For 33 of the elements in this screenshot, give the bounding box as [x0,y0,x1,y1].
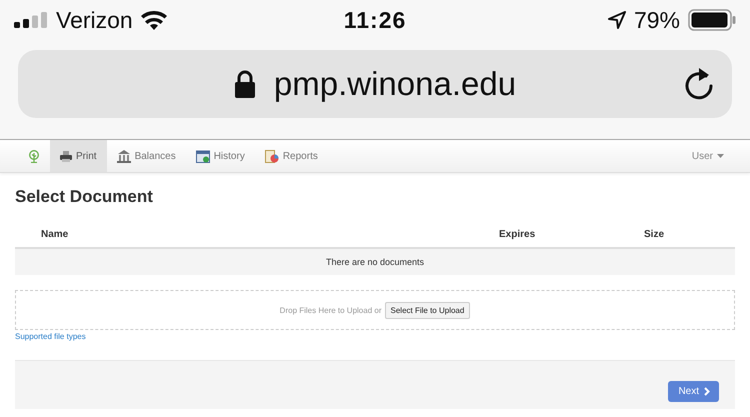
column-header: Expires [499,228,536,240]
next-button[interactable]: Next [668,380,719,402]
select-file-button[interactable]: Select File to Upload [384,302,470,318]
reload-icon[interactable] [684,66,714,100]
tree-icon [28,150,40,162]
drop-zone[interactable]: Drop Files Here to Upload or Select File to Upload [15,290,735,330]
drop-hint: Drop Files Here to Upload or [280,306,382,314]
carrier-name: Verizon [56,6,133,34]
user-menu[interactable]: User [692,140,724,172]
clock-time: 11:26 [344,6,406,34]
empty-message: There are no documents [326,257,424,267]
wifi-icon [140,10,167,30]
column-header: Name [40,228,70,240]
supported-types-link[interactable]: Supported file types [15,332,735,341]
caret-icon [717,154,724,158]
nav-tab[interactable]: Balances [106,140,186,172]
location-arrow-icon [608,11,626,29]
printer-icon [60,150,72,162]
chevron-right-icon [704,386,710,396]
battery-icon [688,9,736,31]
report-icon [264,150,279,162]
battery-percent: 79% [634,6,680,34]
url-text: pmp.winona.edu [274,65,516,103]
signal-icon [14,12,48,28]
column-header: Size [644,228,664,240]
nav-tab[interactable]: Print [50,140,107,172]
lock-icon [234,70,256,98]
nav-tab[interactable]: History [186,140,255,172]
nav-tab[interactable]: Reports [254,140,328,172]
page-title: Select Document [15,187,154,207]
bank-icon [116,150,131,162]
calendar-icon [196,150,210,162]
address-bar[interactable]: pmp.winona.edu [18,50,732,118]
